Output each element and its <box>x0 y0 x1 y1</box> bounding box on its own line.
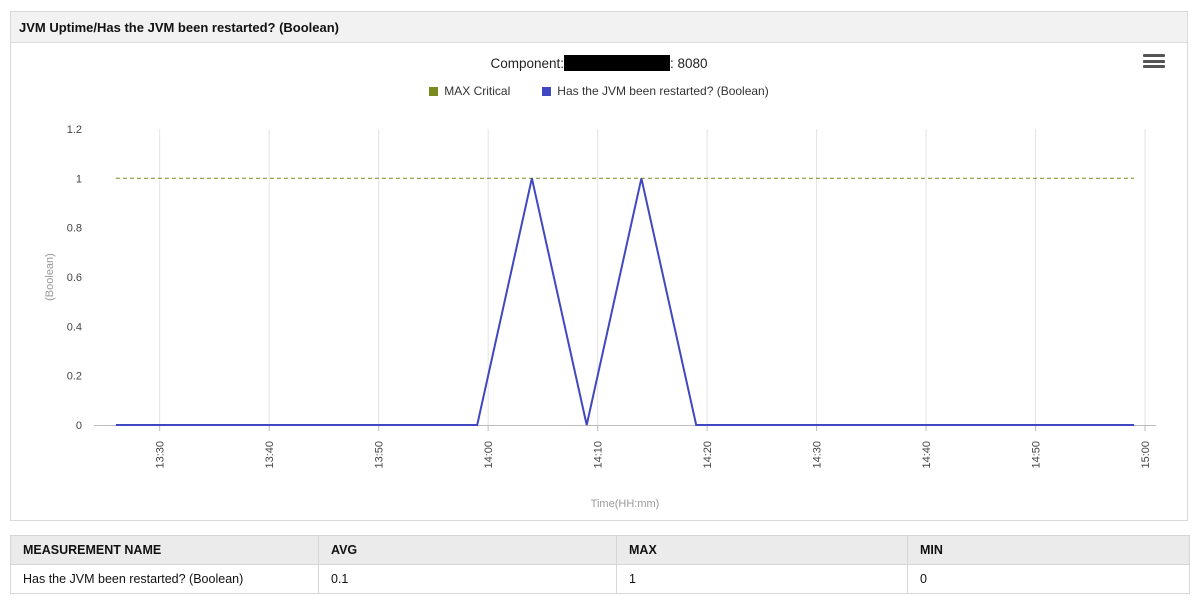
redacted-host <box>564 55 670 71</box>
x-tick-label: 13:40 <box>264 441 276 469</box>
legend-swatch-max-critical <box>429 86 439 96</box>
y-tick-label: 1.2 <box>67 124 82 136</box>
y-tick-label: 0.4 <box>67 321 82 333</box>
col-header-measurement-name: MEASUREMENT NAME <box>10 535 319 565</box>
panel-title: JVM Uptime/Has the JVM been restarted? (… <box>11 12 1187 43</box>
measurement-table: MEASUREMENT NAME AVG MAX MIN Has the JVM… <box>10 535 1190 594</box>
y-tick-label: 0 <box>76 420 82 432</box>
legend-swatch-jvm-restarted <box>542 86 552 96</box>
component-suffix: : 8080 <box>670 56 708 71</box>
cell-max: 1 <box>616 564 908 594</box>
x-axis-title: Time(HH:mm) <box>591 498 660 510</box>
y-axis-title: (Boolean) <box>44 253 56 301</box>
col-header-min: MIN <box>907 535 1190 565</box>
cell-min: 0 <box>907 564 1190 594</box>
x-tick-label: 15:00 <box>1140 441 1152 469</box>
cell-measurement-name: Has the JVM been restarted? (Boolean) <box>10 564 319 594</box>
cell-avg: 0.1 <box>318 564 617 594</box>
legend-item-jvm-restarted[interactable]: Has the JVM been restarted? (Boolean) <box>542 84 769 98</box>
x-tick-label: 13:30 <box>155 441 167 469</box>
y-tick-label: 0.6 <box>67 272 82 284</box>
x-tick-label: 14:40 <box>921 441 933 469</box>
col-header-max: MAX <box>616 535 908 565</box>
legend-label-max-critical: MAX Critical <box>444 84 511 98</box>
series-line-jvm-restarted <box>115 178 1135 426</box>
y-tick-label: 0.2 <box>67 371 82 383</box>
legend-label-jvm-restarted: Has the JVM been restarted? (Boolean) <box>557 84 769 98</box>
x-tick-label: 14:10 <box>593 441 605 469</box>
x-tick-label: 14:30 <box>812 441 824 469</box>
chart-area: 13:30 13:40 13:50 14:00 14:10 14:20 14:30 14:40… <box>11 43 1187 520</box>
component-prefix: Component: <box>490 56 564 71</box>
chart-component-title: Component: : 8080 <box>11 55 1187 71</box>
x-tick-label: 14:20 <box>702 441 714 469</box>
y-tick-label: 1 <box>76 173 82 185</box>
chart-legend: MAX Critical Has the JVM been restarted?… <box>11 84 1187 98</box>
chart-panel: JVM Uptime/Has the JVM been restarted? (… <box>10 11 1188 521</box>
line-chart: 13:30 13:40 13:50 14:00 14:10 14:20 14:30 14:40… <box>44 124 1156 510</box>
legend-item-max-critical[interactable]: MAX Critical <box>429 84 510 98</box>
y-tick-label: 0.8 <box>67 223 82 235</box>
chart-menu-icon[interactable] <box>1143 51 1165 71</box>
x-tick-label: 13:50 <box>374 441 386 469</box>
table-header-row: MEASUREMENT NAME AVG MAX MIN <box>10 535 1190 565</box>
col-header-avg: AVG <box>318 535 617 565</box>
x-tick-label: 14:50 <box>1031 441 1043 469</box>
table-row: Has the JVM been restarted? (Boolean) 0.… <box>10 564 1190 594</box>
x-tick-label: 14:00 <box>483 441 495 469</box>
